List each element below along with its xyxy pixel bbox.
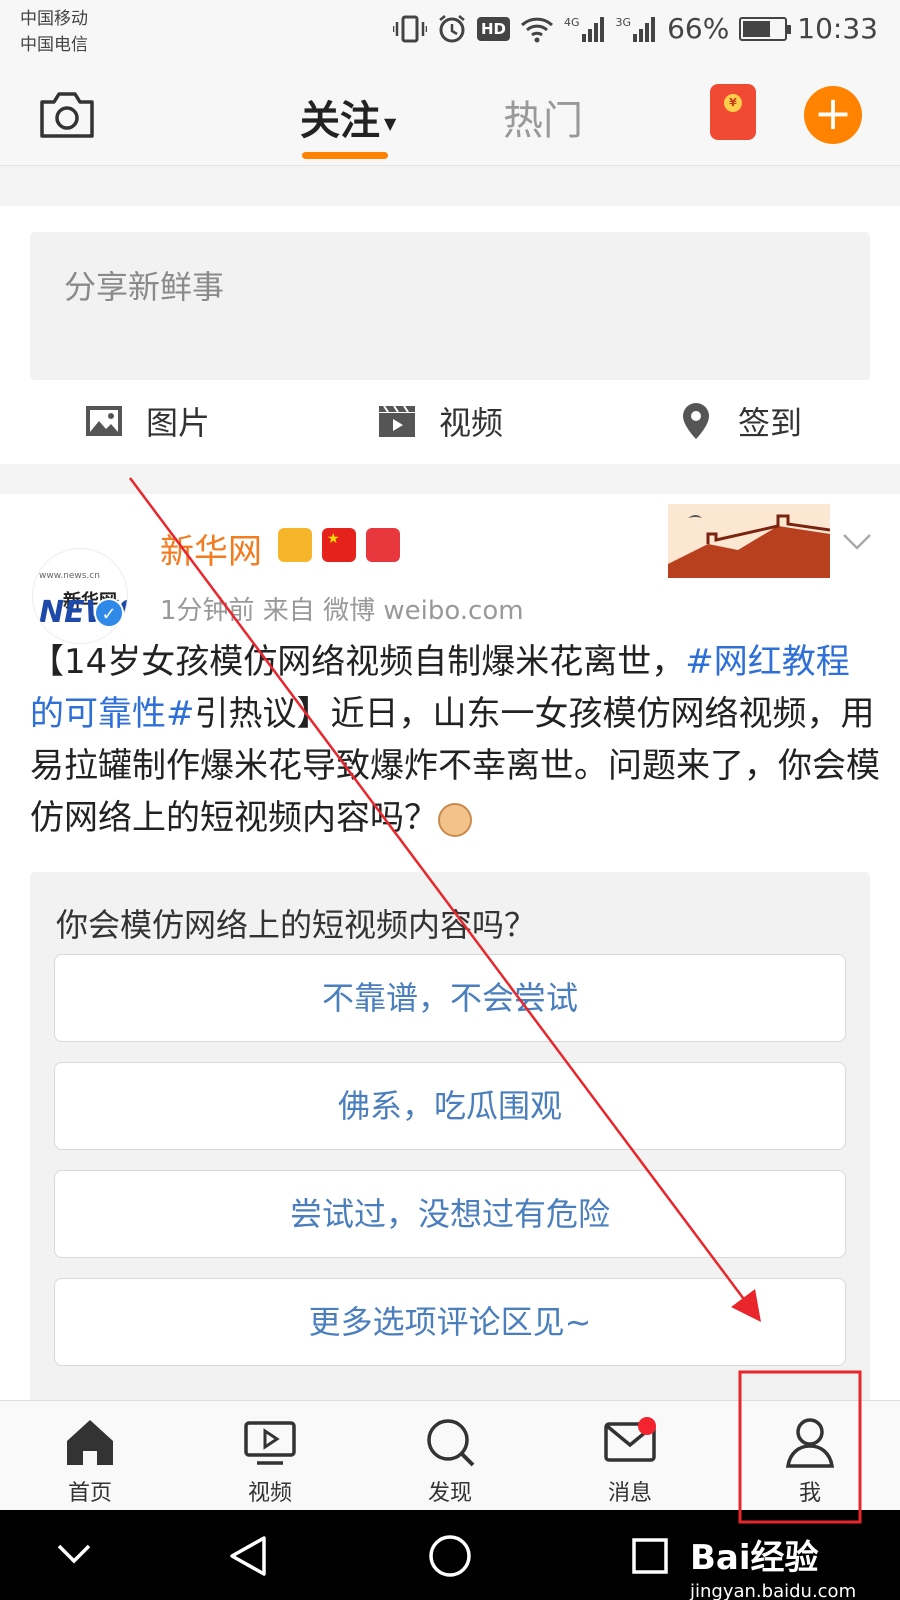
avatar[interactable]: www.news.cn 新华网 NEWS [32, 548, 128, 644]
member-badge-icon [366, 528, 400, 562]
search-icon [427, 1419, 475, 1467]
composer-image-label: 图片 [146, 404, 211, 442]
verified-icon: ✓ [94, 598, 124, 628]
tab-follow-label: 关注 [300, 98, 380, 144]
tab-me-label: 我 [798, 1481, 821, 1506]
video-icon [379, 405, 415, 437]
signal-bars-2-icon [633, 16, 656, 42]
post-text: 【14岁女孩模仿网络视频自制爆米花离世，#网红教程的可靠性#引热议】近日，山东一… [30, 636, 880, 844]
chevron-down-icon[interactable] [842, 532, 872, 552]
tab-home-label: 首页 [67, 1481, 112, 1506]
post-meta: 1分钟前 来自 微博 weibo.com [160, 596, 524, 626]
coin-icon: ¥ [724, 94, 742, 112]
carrier-labels: 中国移动 中国电信 [20, 6, 88, 58]
composer-placeholder: 分享新鲜事 [64, 268, 225, 306]
tab-me[interactable]: 我 [760, 1415, 860, 1507]
composer-checkin-label: 签到 [738, 404, 803, 442]
collapse-icon[interactable] [56, 1542, 92, 1566]
tab-discover-label: 发现 [427, 1481, 472, 1506]
vibrate-icon [392, 15, 427, 42]
wifi-icon [520, 17, 554, 42]
bottom-tab-bar: 首页 视频 发现 消息 我 [0, 1400, 900, 1510]
caret-down-icon: ▼ [384, 113, 397, 133]
great-wall-decoration-icon [668, 504, 830, 578]
clock: 10:33 [797, 12, 878, 45]
avatar-url-text: www.news.cn [39, 571, 100, 581]
home-icon [67, 1420, 113, 1465]
composer-video-button[interactable]: 视频 [377, 398, 503, 444]
tab-discover[interactable]: 发现 [400, 1415, 500, 1507]
poll-option-1[interactable]: 不靠谱，不会尝试 [54, 954, 846, 1042]
tab-follow[interactable]: 关注 ▼ [300, 88, 396, 146]
composer-checkin-button[interactable]: 签到 [676, 398, 802, 444]
status-bar: 中国移动 中国电信 HD 4G 3G 66% 10:33 [0, 0, 900, 70]
feed-post: www.news.cn 新华网 NEWS ✓ 新华网 ★ 1分钟前 来自 微博 … [0, 494, 900, 1412]
camera-icon[interactable] [38, 88, 96, 140]
post-text-intro: 【14岁女孩模仿网络视频自制爆米花离世， [30, 642, 686, 682]
watermark-url: jingyan.baidu.com [690, 1581, 857, 1600]
recents-icon[interactable] [630, 1536, 670, 1576]
crown-badge-icon [278, 528, 312, 562]
tab-home[interactable]: 首页 [40, 1415, 140, 1507]
tab-active-indicator [302, 152, 388, 159]
profile-icon [785, 1418, 835, 1468]
hd-icon: HD [476, 16, 510, 41]
tab-hot[interactable]: 热门 [503, 88, 583, 146]
poll-question: 你会模仿网络上的短视频内容吗？ [56, 906, 537, 944]
location-icon [683, 403, 709, 439]
poll-option-more[interactable]: 更多选项评论区见~ [54, 1278, 846, 1366]
watermark-logo: Bai经验 [690, 1538, 819, 1578]
battery-fill [743, 20, 770, 37]
signal-2: 3G [616, 16, 658, 42]
alarm-icon [439, 14, 465, 42]
back-icon[interactable] [228, 1534, 268, 1578]
signal-bars-1-icon [581, 16, 604, 42]
battery-percent: 66% [667, 12, 730, 45]
video-play-icon [244, 1421, 296, 1465]
author-name[interactable]: 新华网 [160, 524, 262, 573]
image-icon [86, 406, 122, 436]
tab-video[interactable]: 视频 [220, 1415, 320, 1507]
home-button-icon[interactable] [428, 1534, 472, 1578]
flag-badge-icon: ★ [322, 528, 356, 562]
red-packet-icon[interactable]: ¥ [710, 84, 756, 140]
poll-option-3[interactable]: 尝试过，没想过有危险 [54, 1170, 846, 1258]
tab-messages-label: 消息 [607, 1481, 652, 1506]
poll-option-2[interactable]: 佛系，吃瓜围观 [54, 1062, 846, 1150]
composer-video-label: 视频 [439, 404, 504, 442]
composer-image-button[interactable]: 图片 [84, 398, 210, 444]
cat-emoji-icon [438, 802, 472, 837]
battery-icon [739, 16, 792, 41]
signal-1: 4G [564, 16, 606, 42]
tab-video-label: 视频 [247, 1481, 292, 1506]
plus-icon[interactable]: + [804, 86, 862, 144]
carrier-1: 中国移动 [20, 9, 88, 29]
status-indicators: HD 4G 3G 66% 10:33 [392, 12, 878, 45]
poll-card: 你会模仿网络上的短视频内容吗？ 不靠谱，不会尝试 佛系，吃瓜围观 尝试过，没想过… [30, 872, 870, 1412]
unread-dot [638, 1417, 656, 1435]
baidu-jingyan-watermark: Bai经验 jingyan.baidu.com [690, 1530, 856, 1600]
carrier-2: 中国电信 [20, 35, 88, 55]
top-nav: 关注 ▼ 热门 ¥ + [0, 70, 900, 166]
tab-messages[interactable]: 消息 [580, 1415, 680, 1507]
composer-input[interactable]: 分享新鲜事 [30, 232, 870, 380]
